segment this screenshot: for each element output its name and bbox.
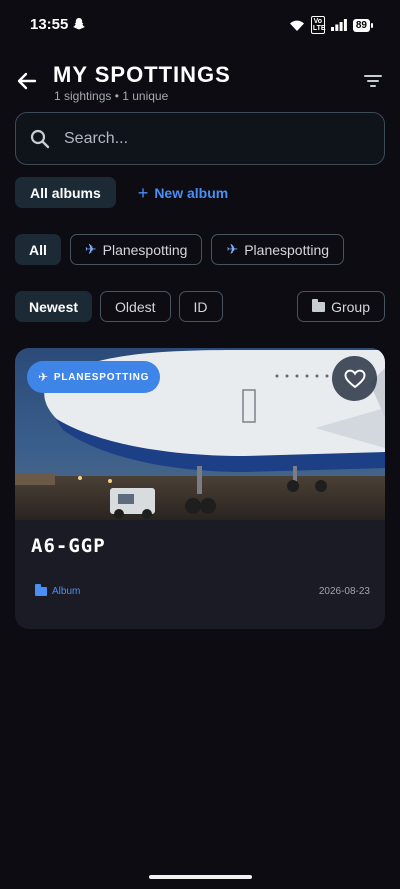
category-chip-planespotting[interactable]: ✈ Planespotting bbox=[211, 234, 345, 265]
category-chip-planespotting[interactable]: ✈ Planespotting bbox=[69, 234, 203, 265]
wifi-icon bbox=[289, 20, 304, 31]
category-filter-row: All ✈ Planespotting ✈ Planespotting bbox=[15, 234, 345, 265]
home-indicator[interactable] bbox=[149, 875, 252, 879]
category-chip-label: Planespotting bbox=[244, 241, 330, 258]
status-icons: Vo LTE 89 bbox=[289, 16, 374, 34]
airplane-icon: ✈ bbox=[38, 370, 49, 384]
category-chip-all[interactable]: All bbox=[15, 234, 61, 265]
favorite-button[interactable] bbox=[332, 356, 377, 401]
all-albums-chip[interactable]: All albums bbox=[15, 177, 116, 208]
albums-row: All albums + New album bbox=[15, 177, 228, 208]
category-badge-label: PLANESPOTTING bbox=[53, 371, 150, 383]
page-subtitle: 1 sightings • 1 unique bbox=[54, 89, 169, 103]
page-title: MY SPOTTINGS bbox=[53, 62, 231, 87]
group-button[interactable]: Group bbox=[297, 291, 385, 322]
filter-icon[interactable] bbox=[362, 70, 384, 92]
sort-newest[interactable]: Newest bbox=[15, 291, 93, 322]
battery-icon: 89 bbox=[352, 18, 374, 32]
album-link[interactable]: Album bbox=[35, 584, 81, 597]
sort-id[interactable]: ID bbox=[178, 291, 223, 322]
group-label: Group bbox=[331, 298, 370, 315]
status-time: 13:55 bbox=[30, 16, 69, 33]
back-arrow-icon[interactable] bbox=[14, 68, 40, 94]
sort-row: Newest Oldest ID bbox=[15, 291, 223, 322]
sort-oldest[interactable]: Oldest bbox=[100, 291, 171, 322]
search-icon bbox=[30, 129, 50, 149]
volte-icon: Vo LTE bbox=[310, 16, 326, 34]
search-bar[interactable] bbox=[15, 112, 385, 165]
search-input[interactable] bbox=[64, 113, 364, 164]
folder-icon bbox=[312, 298, 326, 312]
new-album-label: New album bbox=[154, 184, 229, 201]
sighting-card[interactable]: ✈ PLANESPOTTING A6-GGP Album 2026-08-23 bbox=[15, 348, 385, 629]
category-chip-label: Planespotting bbox=[102, 241, 188, 258]
folder-icon bbox=[35, 584, 47, 596]
sighting-date: 2026-08-23 bbox=[318, 586, 370, 597]
new-album-button[interactable]: + New album bbox=[137, 182, 229, 203]
aircraft-registration: A6-GGP bbox=[31, 535, 106, 557]
page-header: MY SPOTTINGS 1 sightings • 1 unique bbox=[0, 60, 400, 110]
plus-icon: + bbox=[137, 182, 149, 203]
signal-icon bbox=[330, 19, 347, 31]
album-label: Album bbox=[52, 586, 81, 597]
category-badge: ✈ PLANESPOTTING bbox=[27, 361, 161, 393]
heart-icon bbox=[343, 369, 366, 388]
airplane-icon: ✈ bbox=[84, 241, 97, 257]
status-bar: 13:55 Vo LTE 89 bbox=[0, 0, 400, 50]
airplane-icon: ✈ bbox=[226, 241, 239, 257]
snapchat-icon bbox=[73, 18, 85, 30]
